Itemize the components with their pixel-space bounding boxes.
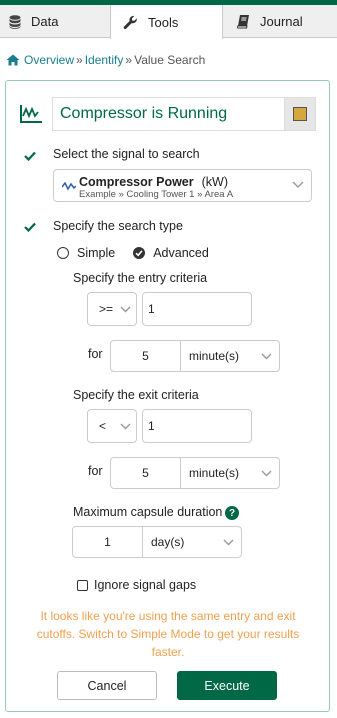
- exit-operator-value: <: [99, 419, 107, 433]
- chevron-down-icon: [261, 353, 272, 360]
- max-duration-label: Maximum capsule duration: [73, 505, 223, 519]
- entry-value-input[interactable]: 1: [142, 292, 252, 326]
- search-type-radios: Simple Advanced: [57, 245, 209, 261]
- signal-path: Example » Cooling Tower 1 » Area A: [79, 189, 234, 200]
- exit-criteria-label: Specify the exit criteria: [73, 388, 199, 402]
- exit-duration-group: 5 minute(s): [110, 457, 280, 489]
- breadcrumb-separator: »: [125, 53, 133, 67]
- database-icon: [9, 14, 21, 29]
- breadcrumb: Overview » Identify » Value Search: [6, 52, 205, 68]
- entry-criteria-label: Specify the entry criteria: [73, 271, 208, 285]
- breadcrumb-current: Value Search: [134, 53, 206, 67]
- entry-duration-input[interactable]: 5: [111, 341, 181, 371]
- signal-wave-icon: [61, 180, 77, 194]
- radio-simple[interactable]: Simple: [57, 246, 115, 260]
- check-icon: [23, 149, 37, 163]
- exit-operator-select[interactable]: <: [87, 409, 137, 443]
- exit-duration-unit[interactable]: minute(s): [189, 458, 239, 488]
- signal-selector[interactable]: Compressor Power (kW) Example » Cooling T…: [53, 169, 312, 202]
- radio-button[interactable]: [57, 247, 69, 259]
- signal-unit: (kW): [201, 175, 228, 189]
- color-swatch: [293, 107, 307, 121]
- radio-advanced[interactable]: Advanced: [133, 246, 209, 260]
- breadcrumb-identify[interactable]: Identify: [85, 53, 124, 67]
- tab-tools[interactable]: Tools: [110, 5, 223, 39]
- ignore-gaps-label: Ignore signal gaps: [94, 578, 197, 592]
- chevron-down-icon: [120, 423, 131, 430]
- signal-name: Compressor Power (kW): [79, 175, 228, 189]
- radio-checked-icon[interactable]: [133, 247, 146, 259]
- max-duration-group: 1 day(s): [72, 526, 242, 558]
- wrench-icon: [123, 15, 138, 30]
- check-icon: [23, 220, 37, 234]
- home-icon[interactable]: [6, 54, 20, 66]
- value-search-panel: Compressor is Running Select the signal …: [5, 80, 330, 712]
- chevron-down-icon: [223, 539, 234, 546]
- book-icon: [237, 14, 250, 29]
- exit-duration-input[interactable]: 5: [111, 458, 181, 488]
- radio-simple-label: Simple: [77, 246, 116, 260]
- exit-value-input[interactable]: 1: [142, 409, 252, 443]
- execute-button[interactable]: Execute: [177, 671, 277, 700]
- tab-data-label: Data: [31, 14, 59, 29]
- signal-name-text: Compressor Power: [79, 175, 194, 189]
- chevron-down-icon: [120, 306, 131, 313]
- tab-journal[interactable]: Journal: [223, 5, 337, 38]
- color-picker-button[interactable]: [284, 97, 316, 131]
- cancel-button[interactable]: Cancel: [57, 671, 157, 700]
- select-signal-label: Select the signal to search: [53, 147, 200, 161]
- tab-tools-label: Tools: [148, 14, 179, 30]
- search-type-label: Specify the search type: [53, 219, 183, 233]
- tab-bar: Data Tools Journal: [0, 5, 337, 39]
- entry-for-label: for: [88, 347, 103, 361]
- ignore-gaps-option[interactable]: Ignore signal gaps: [77, 577, 196, 593]
- max-duration-unit[interactable]: day(s): [151, 527, 184, 557]
- exit-for-label: for: [88, 464, 103, 478]
- tab-data[interactable]: Data: [0, 5, 110, 38]
- chevron-down-icon: [261, 470, 272, 477]
- entry-duration-group: 5 minute(s): [110, 340, 280, 372]
- tab-journal-label: Journal: [260, 14, 303, 29]
- entry-operator-value: >=: [99, 302, 114, 316]
- condition-name-input[interactable]: Compressor is Running: [52, 97, 284, 131]
- breadcrumb-overview[interactable]: Overview: [24, 53, 74, 67]
- chevron-down-icon: [292, 181, 304, 189]
- help-icon[interactable]: ?: [225, 506, 239, 520]
- entry-operator-select[interactable]: >=: [87, 292, 137, 326]
- ignore-gaps-checkbox[interactable]: [77, 579, 88, 591]
- condition-icon: [20, 105, 46, 123]
- radio-advanced-label: Advanced: [153, 246, 209, 260]
- entry-duration-unit[interactable]: minute(s): [189, 341, 239, 371]
- condition-name-row: Compressor is Running: [20, 97, 316, 131]
- warning-message: It looks like you're using the same entr…: [36, 609, 300, 659]
- max-duration-input[interactable]: 1: [73, 527, 143, 557]
- breadcrumb-separator: »: [76, 53, 83, 67]
